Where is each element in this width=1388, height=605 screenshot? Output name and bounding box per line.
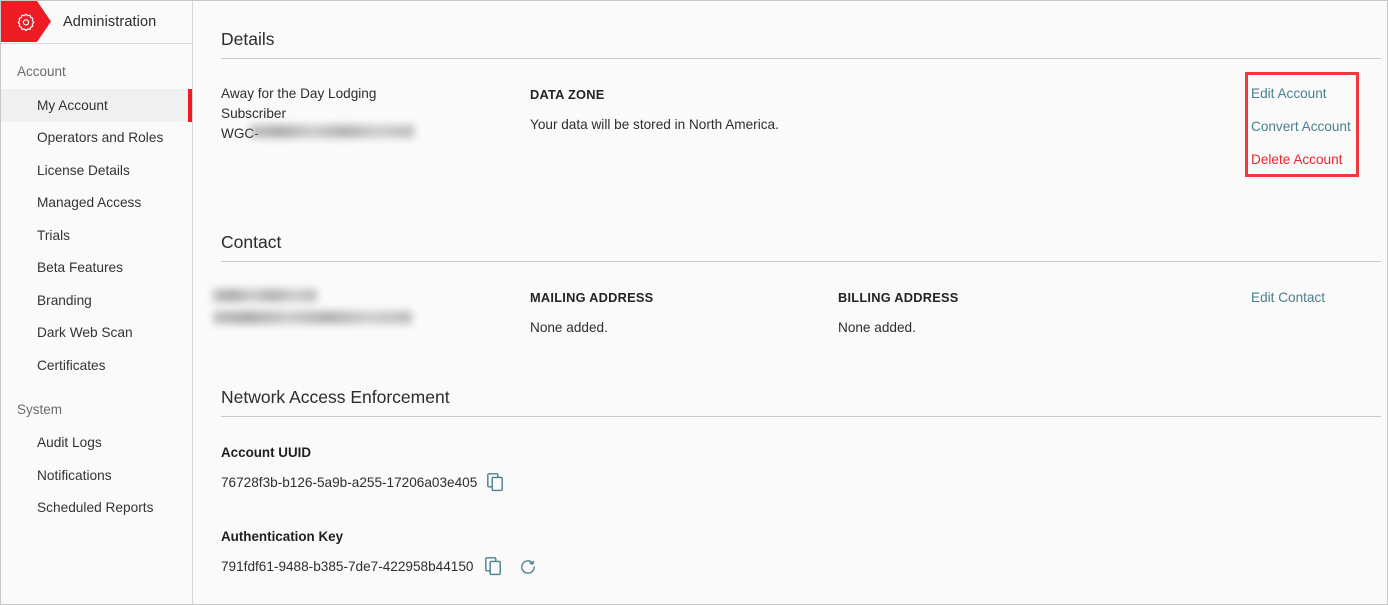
brand-title: Administration (63, 14, 156, 30)
account-type: Subscriber (221, 106, 286, 121)
account-name: Away for the Day Lodging (221, 86, 376, 101)
contact-name-redacted (213, 289, 317, 302)
sidebar-item-scheduled-reports[interactable]: Scheduled Reports (1, 492, 192, 525)
sidebar-item-label: Audit Logs (37, 435, 102, 450)
administration-page: Administration Account My Account Operat… (0, 0, 1388, 605)
copy-icon[interactable] (487, 473, 504, 492)
contact-heading: Contact (221, 232, 281, 253)
copy-icon[interactable] (485, 557, 502, 576)
convert-account-link[interactable]: Convert Account (1251, 119, 1351, 134)
brand-header: Administration (1, 1, 192, 44)
sidebar-item-operators-and-roles[interactable]: Operators and Roles (1, 122, 192, 155)
nav-group-label-account: Account (1, 44, 192, 89)
billing-address-label: BILLING ADDRESS (838, 290, 959, 305)
sidebar-item-branding[interactable]: Branding (1, 284, 192, 317)
sidebar-item-label: Operators and Roles (37, 130, 163, 145)
details-divider (221, 58, 1381, 59)
mailing-address-label: MAILING ADDRESS (530, 290, 653, 305)
sidebar-item-label: Dark Web Scan (37, 325, 133, 340)
sidebar-item-label: Certificates (37, 358, 105, 373)
sidebar: Administration Account My Account Operat… (1, 1, 193, 605)
delete-account-link[interactable]: Delete Account (1251, 152, 1342, 167)
sidebar-item-trials[interactable]: Trials (1, 219, 192, 252)
sidebar-item-beta-features[interactable]: Beta Features (1, 252, 192, 285)
sidebar-item-dark-web-scan[interactable]: Dark Web Scan (1, 317, 192, 350)
main-content: Details Away for the Day Lodging Subscri… (193, 1, 1388, 605)
authentication-key-value: 791fdf61-9488-b385-7de7-422958b44150 (221, 559, 473, 574)
mailing-address-value: None added. (530, 320, 608, 335)
edit-account-link[interactable]: Edit Account (1251, 86, 1327, 101)
sidebar-item-certificates[interactable]: Certificates (1, 349, 192, 382)
gear-icon (1, 1, 51, 42)
authentication-key-label: Authentication Key (221, 529, 343, 544)
sidebar-item-label: Notifications (37, 468, 112, 483)
account-uuid-value: 76728f3b-b126-5a9b-a255-17206a03e405 (221, 475, 477, 490)
nav-group-label-system: System (1, 382, 192, 427)
contact-email-redacted (213, 311, 412, 324)
sidebar-item-label: Branding (37, 293, 92, 308)
sidebar-item-label: Beta Features (37, 260, 123, 275)
sidebar-item-audit-logs[interactable]: Audit Logs (1, 427, 192, 460)
data-zone-value: Your data will be stored in North Americ… (530, 117, 779, 132)
sidebar-item-notifications[interactable]: Notifications (1, 459, 192, 492)
network-access-heading: Network Access Enforcement (221, 387, 450, 408)
sidebar-item-label: Managed Access (37, 195, 141, 210)
details-heading: Details (221, 29, 275, 50)
billing-address-value: None added. (838, 320, 916, 335)
account-uuid-label: Account UUID (221, 445, 311, 460)
refresh-icon[interactable] (519, 558, 537, 576)
sidebar-item-label: My Account (37, 98, 108, 113)
sidebar-item-managed-access[interactable]: Managed Access (1, 187, 192, 220)
sidebar-item-label: License Details (37, 163, 130, 178)
edit-contact-link[interactable]: Edit Contact (1251, 290, 1325, 305)
contact-divider (221, 261, 1381, 262)
sidebar-item-label: Trials (37, 228, 70, 243)
sidebar-item-license-details[interactable]: License Details (1, 154, 192, 187)
sidebar-item-my-account[interactable]: My Account (1, 89, 192, 122)
data-zone-label: DATA ZONE (530, 87, 605, 102)
network-access-divider (221, 416, 1381, 417)
account-id-redacted (250, 125, 414, 138)
sidebar-item-label: Scheduled Reports (37, 500, 153, 515)
